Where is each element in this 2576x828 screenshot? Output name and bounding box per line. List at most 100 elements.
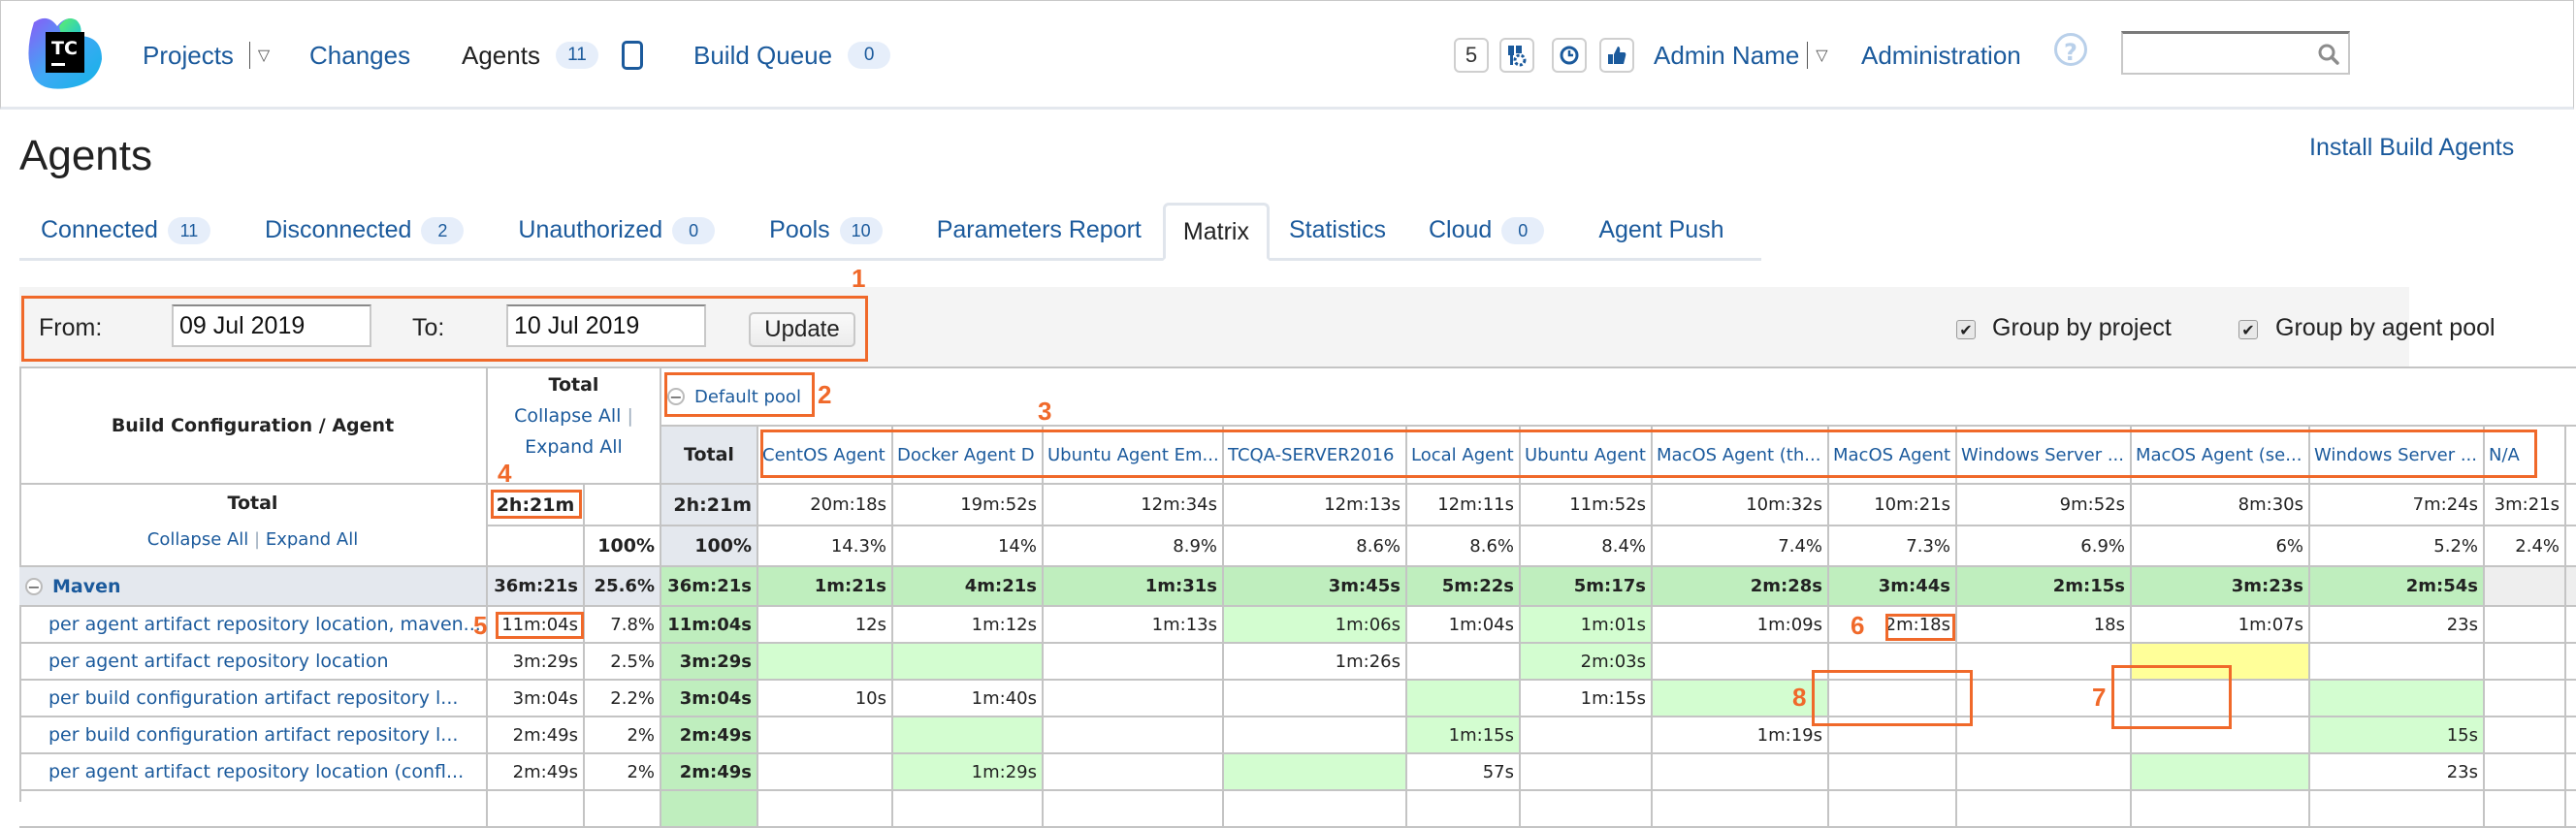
agent-time-cell[interactable] xyxy=(1044,681,1224,717)
agent-time-cell[interactable] xyxy=(2485,754,2566,791)
agent-time-cell[interactable] xyxy=(1957,717,2132,754)
nav-projects-label[interactable]: Projects xyxy=(143,41,234,71)
agent-column-header[interactable]: Ubuntu Agent Em... xyxy=(1044,427,1224,485)
agent-time-cell[interactable] xyxy=(1224,717,1407,754)
agent-time-cell[interactable] xyxy=(2485,717,2566,754)
agent-time-cell[interactable]: 2m:18s xyxy=(1829,607,1957,644)
agent-column-header[interactable]: MacOS Agent (th... xyxy=(1653,427,1829,485)
agent-time-cell[interactable] xyxy=(1224,754,1407,791)
agent-time-cell[interactable] xyxy=(1829,644,1957,681)
agent-time-cell[interactable] xyxy=(1653,644,1829,681)
agent-time-cell[interactable]: 18s xyxy=(1957,607,2132,644)
agent-column-header[interactable]: Windows Server ... xyxy=(2310,427,2485,485)
tab-pools[interactable]: Pools 10 xyxy=(748,203,904,258)
agent-time-cell[interactable] xyxy=(1653,754,1829,791)
agent-column-header[interactable]: MacOS Agent (se... xyxy=(2132,427,2310,485)
default-pool-link[interactable]: Default pool xyxy=(694,387,801,407)
agent-time-cell[interactable] xyxy=(2485,681,2566,717)
agent-time-cell[interactable]: 57s xyxy=(1407,754,1521,791)
install-build-agents-link[interactable]: Install Build Agents xyxy=(2309,134,2514,162)
agent-time-cell[interactable] xyxy=(1829,791,1957,828)
teamcity-logo-icon[interactable]: TC xyxy=(24,15,106,92)
agent-time-cell[interactable] xyxy=(1829,717,1957,754)
agent-time-cell[interactable] xyxy=(1407,791,1521,828)
build-config-link[interactable]: per build configuration artifact reposit… xyxy=(48,724,458,746)
collapse-all-link[interactable]: Collapse All xyxy=(514,405,621,427)
agent-time-cell[interactable]: 1m:12s xyxy=(893,607,1044,644)
agent-time-cell[interactable]: 1m:01s xyxy=(1521,607,1653,644)
build-config-row-label[interactable]: per agent artifact repository location, … xyxy=(19,607,488,644)
expand-all-link[interactable]: Expand All xyxy=(266,529,358,550)
tab-unauthorized[interactable]: Unauthorized 0 xyxy=(497,203,736,258)
search-icon[interactable] xyxy=(2317,43,2340,66)
user-menu[interactable]: Admin Name ▽ xyxy=(1654,38,1828,73)
agents-status-icon[interactable] xyxy=(1499,38,1534,73)
expand-all-link[interactable]: Expand All xyxy=(488,436,660,458)
administration-link[interactable]: Administration xyxy=(1861,38,2027,73)
agent-time-cell[interactable] xyxy=(2132,791,2310,828)
agent-time-cell[interactable] xyxy=(2485,644,2566,681)
agent-time-cell[interactable]: 2m:03s xyxy=(1521,644,1653,681)
agent-time-cell[interactable] xyxy=(1957,754,2132,791)
agent-time-cell[interactable]: 1m:15s xyxy=(1521,681,1653,717)
tab-matrix[interactable]: Matrix xyxy=(1162,203,1270,261)
agent-time-cell[interactable] xyxy=(1957,644,2132,681)
chevron-down-icon[interactable]: ▽ xyxy=(258,46,270,65)
tab-statistics[interactable]: Statistics xyxy=(1270,203,1405,258)
agent-time-cell[interactable]: 10s xyxy=(758,681,893,717)
nav-projects[interactable]: Projects ▽ xyxy=(143,38,270,73)
agent-time-cell[interactable] xyxy=(2132,717,2310,754)
search-field[interactable] xyxy=(2121,31,2350,75)
agent-time-cell[interactable] xyxy=(1044,791,1224,828)
agent-time-cell[interactable] xyxy=(1653,791,1829,828)
agent-time-cell[interactable] xyxy=(1407,681,1521,717)
agent-time-cell[interactable] xyxy=(1224,791,1407,828)
agent-time-cell[interactable] xyxy=(1044,717,1224,754)
nav-changes-label[interactable]: Changes xyxy=(309,41,410,71)
agent-time-cell[interactable]: 1m:40s xyxy=(893,681,1044,717)
from-date-input[interactable]: 09 Jul 2019 xyxy=(172,304,371,347)
group-by-project-checkbox[interactable]: ✔ xyxy=(1956,320,1976,339)
build-config-link[interactable]: per agent artifact repository location, … xyxy=(48,614,481,635)
agent-time-cell[interactable] xyxy=(2310,791,2485,828)
agent-time-cell[interactable] xyxy=(1521,791,1653,828)
agent-time-cell[interactable]: 1m:26s xyxy=(1224,644,1407,681)
thumbs-up-icon[interactable] xyxy=(1599,38,1634,73)
agents-panel-toggle-icon[interactable] xyxy=(621,41,643,70)
agent-time-cell[interactable] xyxy=(758,644,893,681)
agent-time-cell[interactable]: 23s xyxy=(2310,607,2485,644)
build-config-row-label[interactable]: per build configuration artifact reposit… xyxy=(19,681,488,717)
agent-time-cell[interactable] xyxy=(1407,644,1521,681)
nav-agents-label[interactable]: Agents xyxy=(462,41,540,71)
build-config-row-label[interactable]: per build configuration artifact reposit… xyxy=(19,717,488,754)
group-by-pool-checkbox[interactable]: ✔ xyxy=(2238,320,2258,339)
build-config-row-label[interactable] xyxy=(19,791,488,828)
build-config-link[interactable]: per build configuration artifact reposit… xyxy=(48,687,458,709)
tab-connected[interactable]: Connected 11 xyxy=(19,203,232,258)
agent-time-cell[interactable]: 1m:07s xyxy=(2132,607,2310,644)
agent-time-cell[interactable]: 12s xyxy=(758,607,893,644)
tab-agent-push[interactable]: Agent Push xyxy=(1577,203,1745,258)
help-icon[interactable]: ? xyxy=(2054,33,2087,66)
agent-time-cell[interactable] xyxy=(2485,791,2566,828)
nav-build-queue[interactable]: Build Queue 0 xyxy=(693,38,891,73)
agent-time-cell[interactable]: 15s xyxy=(2310,717,2485,754)
agent-time-cell[interactable] xyxy=(758,717,893,754)
chevron-down-icon[interactable]: ▽ xyxy=(1816,46,1827,65)
to-date-input[interactable]: 10 Jul 2019 xyxy=(506,304,706,347)
agent-time-cell[interactable]: 23s xyxy=(2310,754,2485,791)
tab-parameters-report[interactable]: Parameters Report xyxy=(916,203,1163,258)
build-config-row-label[interactable]: per agent artifact repository location (… xyxy=(19,754,488,791)
agent-time-cell[interactable] xyxy=(893,791,1044,828)
project-name-link[interactable]: Maven xyxy=(52,576,121,597)
agent-time-cell[interactable]: 1m:19s xyxy=(1653,717,1829,754)
highlighted-agent-cell[interactable] xyxy=(2132,644,2310,681)
collapse-project-icon[interactable]: − xyxy=(25,577,43,595)
agent-time-cell[interactable] xyxy=(2132,681,2310,717)
agent-time-cell[interactable]: 1m:09s xyxy=(1653,607,1829,644)
nav-agents[interactable]: Agents 11 xyxy=(462,38,643,73)
agent-time-cell[interactable]: 1m:29s xyxy=(893,754,1044,791)
agent-time-cell[interactable] xyxy=(1829,754,1957,791)
agent-time-cell[interactable] xyxy=(1957,791,2132,828)
agent-time-cell[interactable] xyxy=(1224,681,1407,717)
